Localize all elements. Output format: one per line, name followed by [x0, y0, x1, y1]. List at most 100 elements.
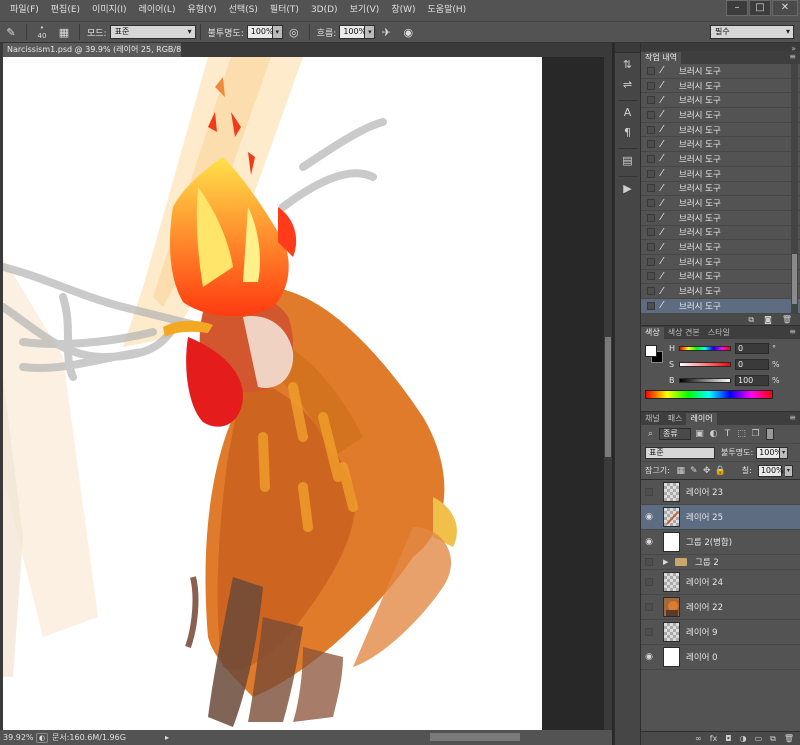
- lock-image-icon[interactable]: ✎: [689, 466, 699, 476]
- canvas-area[interactable]: [3, 57, 604, 730]
- close-button[interactable]: ✕: [772, 0, 798, 16]
- timeline-icon[interactable]: ▤: [618, 151, 638, 169]
- paragraph-icon[interactable]: ¶: [618, 123, 638, 141]
- menu-layer[interactable]: 레이어(L): [133, 0, 182, 21]
- history-source-checkbox[interactable]: [647, 213, 655, 222]
- shape-filter-icon[interactable]: ⬚: [736, 429, 747, 439]
- opacity-input[interactable]: 100%: [246, 25, 274, 39]
- minimize-button[interactable]: –: [726, 0, 748, 16]
- layer-style-icon[interactable]: fx: [710, 734, 718, 743]
- adjustment-layer-icon[interactable]: ◑: [740, 734, 747, 743]
- history-scrollbar[interactable]: [791, 64, 798, 314]
- history-source-checkbox[interactable]: [647, 140, 655, 149]
- history-item[interactable]: ⁄ 브러시 도구: [641, 79, 800, 94]
- history-source-checkbox[interactable]: [647, 96, 655, 105]
- foreground-color-swatch[interactable]: [645, 345, 657, 357]
- panel-menu-icon[interactable]: ≡: [789, 327, 796, 336]
- history-item[interactable]: ⁄ 브러시 도구: [641, 196, 800, 211]
- pressure-opacity-icon[interactable]: ◎: [285, 24, 303, 40]
- canvas[interactable]: [3, 57, 542, 730]
- canvas-vertical-scrollbar[interactable]: [604, 57, 612, 730]
- history-item[interactable]: ⁄ 브러시 도구: [641, 123, 800, 138]
- history-item[interactable]: ⁄ 브러시 도구: [641, 167, 800, 182]
- history-source-checkbox[interactable]: [647, 110, 655, 119]
- delete-layer-icon[interactable]: 🗑: [784, 734, 794, 743]
- menu-help[interactable]: 도움말(H): [422, 0, 473, 21]
- menu-select[interactable]: 선택(S): [223, 0, 264, 21]
- menu-type[interactable]: 유형(Y): [181, 0, 222, 21]
- layer-row[interactable]: 레이어 24: [641, 570, 800, 595]
- tab-paths[interactable]: 패스: [664, 413, 687, 425]
- history-item[interactable]: ⁄ 브러시 도구: [641, 240, 800, 255]
- hue-slider[interactable]: [679, 346, 731, 351]
- visibility-eye-icon[interactable]: ◉: [641, 652, 657, 662]
- lock-all-icon[interactable]: 🔒: [715, 466, 726, 476]
- restore-button[interactable]: □: [749, 0, 771, 16]
- visibility-toggle[interactable]: [645, 628, 653, 636]
- history-source-checkbox[interactable]: [647, 228, 655, 237]
- history-source-checkbox[interactable]: [647, 66, 655, 75]
- filter-kind-select[interactable]: 종류: [659, 428, 691, 440]
- blend-mode-select[interactable]: 표준: [645, 446, 715, 459]
- menu-file[interactable]: 파일(F): [4, 0, 45, 21]
- mode-select[interactable]: 표준: [109, 25, 196, 39]
- brush-size-picker[interactable]: • 40: [31, 23, 53, 41]
- status-menu-arrow[interactable]: ▸: [162, 733, 172, 742]
- menu-3d[interactable]: 3D(D): [305, 0, 344, 21]
- scroll-thumb[interactable]: [792, 254, 797, 304]
- zoom-level[interactable]: 39.92%: [0, 733, 34, 742]
- layer-row[interactable]: 레이어 23: [641, 480, 800, 505]
- hue-input[interactable]: 0: [735, 343, 769, 354]
- history-item[interactable]: ⁄ 브러시 도구: [641, 299, 800, 314]
- expand-arrow-icon[interactable]: ▶: [663, 558, 671, 566]
- menu-edit[interactable]: 편집(E): [45, 0, 86, 21]
- fill-dropdown[interactable]: ▾: [784, 464, 793, 477]
- layer-group-row[interactable]: ▶ 그룹 2: [641, 555, 800, 570]
- tab-history[interactable]: 작업 내역: [641, 52, 681, 64]
- adjustments-icon[interactable]: ⇌: [618, 75, 638, 93]
- tab-layers[interactable]: 레이어: [686, 413, 717, 425]
- tool-preset-picker[interactable]: ✎: [0, 23, 22, 41]
- history-item[interactable]: ⁄ 브러시 도구: [641, 284, 800, 299]
- history-item[interactable]: ⁄ 브러시 도구: [641, 270, 800, 285]
- panel-menu-icon[interactable]: ≡: [789, 52, 796, 61]
- type-filter-icon[interactable]: T: [722, 429, 733, 439]
- snapshot-icon[interactable]: ◙: [764, 315, 772, 324]
- menu-filter[interactable]: 필터(T): [264, 0, 305, 21]
- flow-input[interactable]: 100%: [339, 25, 366, 39]
- menu-view[interactable]: 보기(V): [344, 0, 386, 21]
- history-source-checkbox[interactable]: [647, 301, 655, 310]
- history-item[interactable]: ⁄ 브러시 도구: [641, 93, 800, 109]
- history-item[interactable]: ⁄ 브러시 도구: [641, 211, 800, 226]
- trash-icon[interactable]: 🗑: [782, 315, 792, 324]
- layer-row[interactable]: ◉ 레이어 25: [641, 505, 800, 530]
- character-icon[interactable]: A: [618, 103, 638, 121]
- tab-channels[interactable]: 채널: [641, 413, 664, 425]
- saturation-input[interactable]: 0: [735, 359, 769, 370]
- history-item[interactable]: ⁄ 브러시 도구: [641, 64, 800, 79]
- lock-position-icon[interactable]: ✥: [702, 466, 712, 476]
- brightness-input[interactable]: 100: [735, 375, 769, 386]
- add-mask-icon[interactable]: ◘: [725, 734, 731, 743]
- pressure-size-icon[interactable]: ◉: [399, 24, 417, 40]
- visibility-toggle[interactable]: [645, 578, 653, 586]
- history-item[interactable]: ⁄ 브러시 도구: [641, 226, 800, 241]
- brightness-slider[interactable]: [679, 378, 731, 383]
- history-icon[interactable]: ⇅: [618, 55, 638, 73]
- share-icon[interactable]: ◐: [36, 732, 48, 743]
- layer-row[interactable]: ◉ 레이어 0: [641, 645, 800, 670]
- tab-color[interactable]: 색상: [641, 327, 664, 339]
- saturation-slider[interactable]: [679, 362, 731, 367]
- history-item[interactable]: ⁄ 브러시 도구: [641, 152, 800, 167]
- history-item[interactable]: ⁄ 브러시 도구: [641, 182, 800, 197]
- history-source-checkbox[interactable]: [647, 287, 655, 296]
- adjustment-filter-icon[interactable]: ◐: [708, 429, 719, 439]
- lock-transparent-icon[interactable]: ▦: [676, 466, 686, 476]
- history-source-checkbox[interactable]: [647, 125, 655, 134]
- history-source-checkbox[interactable]: [647, 257, 655, 266]
- history-source-checkbox[interactable]: [647, 243, 655, 252]
- workspace-select[interactable]: 필수: [710, 25, 794, 39]
- history-item[interactable]: ⁄ 브러시 도구: [641, 108, 800, 123]
- filter-toggle[interactable]: [766, 428, 774, 440]
- visibility-eye-icon[interactable]: ◉: [641, 537, 657, 547]
